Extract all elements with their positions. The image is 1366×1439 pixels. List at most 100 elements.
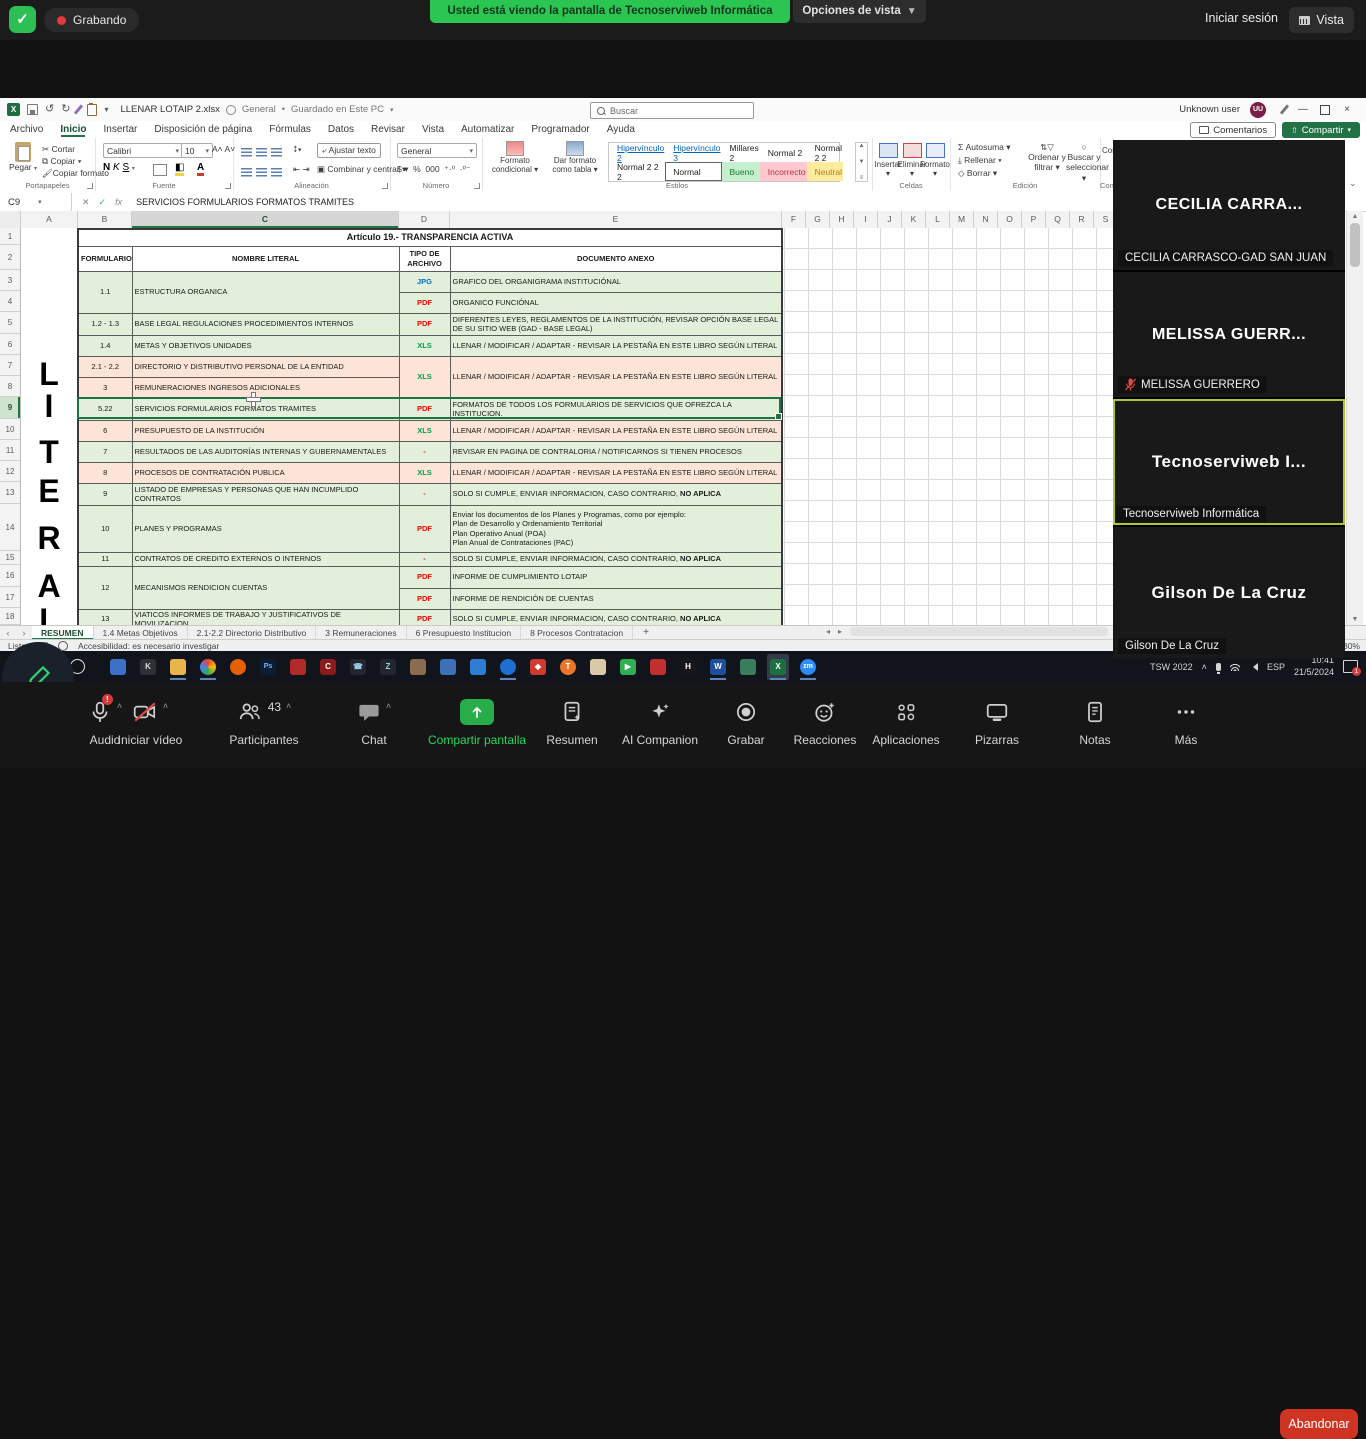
cell-d[interactable]: - [399, 441, 450, 462]
cell-e[interactable]: DIFERENTES LEYES, REGLAMENTOS DE LA INST… [450, 313, 782, 335]
cell-c[interactable]: SERVICIOS FORMULARIOS FORMATOS TRAMITES [132, 398, 399, 420]
row-header-8[interactable]: 8 [0, 376, 20, 397]
speaker-icon[interactable] [1249, 663, 1258, 671]
cell-d[interactable]: XLS [399, 420, 450, 441]
column-header-r[interactable]: R [1070, 211, 1094, 228]
apps-button[interactable]: Aplicaciones [858, 698, 954, 747]
cell-b[interactable]: 1.2 - 1.3 [78, 313, 132, 335]
cell-style-normal-2[interactable]: Normal 2 [760, 143, 807, 162]
cell-b[interactable]: 10 [78, 505, 132, 552]
taskbar-t-app-icon[interactable]: T [557, 654, 579, 680]
font-dialog-launcher-icon[interactable] [225, 183, 231, 189]
column-header-m[interactable]: M [950, 211, 974, 228]
number-buttons[interactable]: $ ▾ % 000 ⁺·⁰ ·⁰⁻ [397, 164, 470, 175]
notes-button[interactable]: Notas [1047, 698, 1143, 747]
fill-color-icon[interactable]: ◧ [175, 162, 184, 176]
taskbar-snip-app-icon[interactable] [287, 654, 309, 680]
cell-c[interactable]: RESULTADOS DE LAS AUDITORÍAS INTERNAS Y … [132, 441, 399, 462]
cell-c[interactable]: DIRECTORIO Y DISTRIBUTIVO PERSONAL DE LA… [132, 356, 399, 377]
conditional-format-button[interactable]: Formatocondicional ▾ [486, 141, 544, 174]
row-header-14[interactable]: 14 [0, 504, 20, 551]
row-header-4[interactable]: 4 [0, 291, 20, 312]
cell-style-incorrecto[interactable]: Incorrecto [760, 162, 807, 181]
clock[interactable]: 10:4121/5/2024 [1294, 655, 1334, 678]
row-header-17[interactable]: 17 [0, 587, 20, 608]
orientation-icon[interactable]: ⭥▾ [293, 144, 302, 155]
cell-d[interactable]: PDF [399, 505, 450, 552]
search-input[interactable]: Buscar [590, 102, 754, 119]
new-sheet-button[interactable]: + [633, 626, 659, 640]
cell-d[interactable]: XLS [399, 335, 450, 356]
cell-c[interactable]: ESTRUCTURA ORGANICA [132, 271, 399, 313]
taskbar-package-app-icon[interactable] [587, 654, 609, 680]
cell-d[interactable]: XLS [399, 462, 450, 483]
wifi-icon[interactable] [1230, 663, 1240, 671]
ai-companion-button[interactable]: AI Companion [612, 698, 708, 747]
video-chevron-icon[interactable]: ˄ [163, 701, 168, 711]
participants-chevron-icon[interactable]: ˄ [286, 701, 291, 711]
titlebar-pen-icon[interactable] [1280, 104, 1289, 114]
cell-d[interactable]: XLS [399, 356, 450, 398]
copy-button[interactable]: ⧉ Copiar ▾ [42, 156, 81, 167]
scrollbar-thumb[interactable] [1350, 223, 1360, 267]
cell-c[interactable]: REMUNERACIONES INGRESOS ADICIONALES [132, 377, 399, 398]
cell-style-normal[interactable]: Normal [665, 162, 721, 181]
participant-tile[interactable]: CECILIA CARRA... CECILIA CARRASCO-GAD SA… [1113, 140, 1345, 270]
taskbar-excel-icon[interactable]: X [767, 654, 789, 680]
cell-d[interactable]: PDF [399, 609, 450, 625]
row-header-5[interactable]: 5 [0, 312, 20, 334]
row-header-18[interactable]: 18 [0, 608, 20, 625]
ribbon-tab-inicio[interactable]: Inicio [60, 124, 86, 135]
cut-button[interactable]: ✂ Cortar [42, 144, 75, 155]
cell-e[interactable]: ORGANICO FUNCIÓNAL [450, 292, 782, 313]
cell-e[interactable]: SOLO SI CUMPLE, ENVIAR INFORMACION, CASO… [450, 552, 782, 566]
column-header-f[interactable]: F [782, 211, 806, 228]
taskbar-h-media-app-icon[interactable]: H [677, 654, 699, 680]
taskbar-chrome-icon[interactable] [197, 654, 219, 680]
cell-b[interactable]: 1.1 [78, 271, 132, 313]
ribbon-collapse-icon[interactable]: ⌄ [1349, 178, 1357, 189]
cell-e[interactable]: LLENAR / MODIFICAR / ADAPTAR - REVISAR L… [450, 335, 782, 356]
row-header-9[interactable]: 9 [0, 397, 20, 419]
row-header-1[interactable]: 1 [0, 228, 20, 245]
column-header-k[interactable]: K [902, 211, 926, 228]
select-all-corner[interactable] [0, 211, 21, 228]
ribbon-tab-f-rmulas[interactable]: Fórmulas [269, 124, 311, 135]
column-header-o[interactable]: O [998, 211, 1022, 228]
taskbar-game-app-icon[interactable] [107, 654, 129, 680]
cell-d[interactable]: PDF [399, 313, 450, 335]
tabs-prev-icon[interactable]: ‹ [0, 626, 16, 640]
font-size-select[interactable]: 10▾ [181, 143, 213, 158]
avatar[interactable]: UU [1250, 102, 1266, 118]
format-as-table-button[interactable]: Dar formatocomo tabla ▾ [546, 141, 604, 174]
close-button[interactable]: × [1340, 104, 1354, 115]
cell-style-neutral[interactable]: Neutral [807, 162, 843, 181]
row-header-13[interactable]: 13 [0, 482, 20, 504]
tabs-next-icon[interactable]: › [16, 626, 32, 640]
cell-b[interactable]: 13 [78, 609, 132, 625]
cell-style-normal-2-2[interactable]: Normal 2 2 [807, 143, 843, 162]
cell-e[interactable]: FORMATOS DE TODOS LOS FORMULARIOS DE SER… [450, 398, 782, 420]
number-dialog-launcher-icon[interactable] [474, 183, 480, 189]
tray-chevron-icon[interactable]: ˄ [1202, 662, 1207, 672]
font-name-select[interactable]: Calibri▾ [103, 143, 183, 158]
more-button[interactable]: Más [1138, 698, 1234, 747]
name-box[interactable]: C9▾ [0, 193, 72, 211]
cell-b[interactable]: 6 [78, 420, 132, 441]
tray-mic-icon[interactable] [1216, 663, 1221, 671]
alignment-dialog-launcher-icon[interactable] [382, 183, 388, 189]
cell-style-bueno[interactable]: Bueno [722, 162, 760, 181]
cell-b[interactable]: 2.1 - 2.2 [78, 356, 132, 377]
indent-icons[interactable]: ⇤ ⇥ [293, 164, 310, 175]
column-header-p[interactable]: P [1022, 211, 1046, 228]
taskbar-photos-app-icon[interactable] [467, 654, 489, 680]
cell-e[interactable]: LLENAR / MODIFICAR / ADAPTAR - REVISAR L… [450, 420, 782, 441]
cell-b[interactable]: 11 [78, 552, 132, 566]
cell-b[interactable]: 5.22 [78, 398, 132, 420]
participants-button[interactable]: 43 ˄ Participantes [216, 698, 312, 747]
borders-icon[interactable] [153, 164, 167, 176]
cell-d[interactable]: PDF [399, 566, 450, 588]
cell-style-normal-2-2-2[interactable]: Normal 2 2 2 [609, 162, 665, 181]
sheet-tab-1-4-metas-objetivos[interactable]: 1.4 Metas Objetivos [94, 626, 188, 640]
ribbon-tab-insertar[interactable]: Insertar [103, 124, 137, 135]
